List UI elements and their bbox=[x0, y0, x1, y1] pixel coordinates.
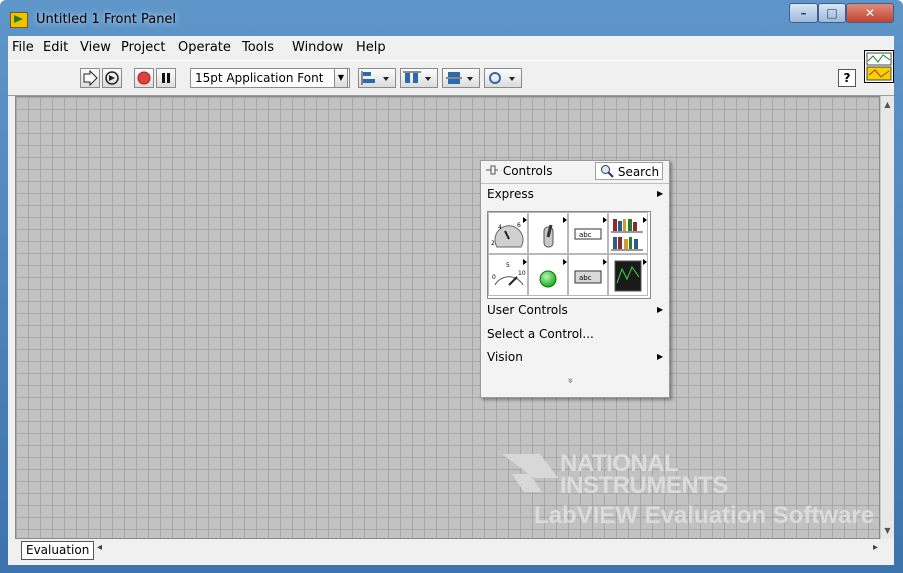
thumbtack-icon bbox=[486, 165, 498, 175]
menu-operate[interactable]: Operate bbox=[178, 40, 231, 55]
reorder-button[interactable] bbox=[484, 68, 522, 88]
evaluation-label[interactable]: Evaluation bbox=[21, 541, 95, 560]
align-objects-icon bbox=[361, 71, 389, 85]
scroll-left-icon[interactable]: ◂ bbox=[97, 542, 102, 553]
scroll-down-icon[interactable]: ▼ bbox=[881, 524, 894, 538]
menu-project[interactable]: Project bbox=[121, 40, 165, 55]
palette-tabs: Controls Search bbox=[481, 161, 669, 184]
ni-eagle-logo bbox=[502, 454, 558, 492]
menu-view[interactable]: View bbox=[80, 40, 111, 55]
text-controls-string[interactable]: abc bbox=[568, 212, 608, 254]
menu-help[interactable]: Help bbox=[356, 40, 386, 55]
menu-window[interactable]: Window bbox=[292, 40, 343, 55]
status-bar: Evaluation ◂ ▸ bbox=[15, 541, 894, 560]
run-continuously-icon bbox=[105, 71, 119, 85]
vi-connector-icon bbox=[866, 52, 892, 81]
resize-objects-button[interactable] bbox=[442, 68, 480, 88]
knob-tick-2: 2 bbox=[491, 240, 495, 247]
ni-watermark: NATIONAL INSTRUMENTS LabVIEW Evaluation … bbox=[500, 442, 880, 532]
watermark-instruments: INSTRUMENTS bbox=[560, 472, 728, 499]
watermark-evaluation: LabVIEW Evaluation Software bbox=[534, 502, 875, 529]
minimize-button[interactable]: – bbox=[789, 3, 818, 23]
string-indicator-text: abc bbox=[579, 274, 592, 282]
menu-bar: File Edit View Project Operate Tools Win… bbox=[8, 36, 858, 58]
reorder-icon bbox=[489, 72, 515, 84]
user-libraries[interactable] bbox=[608, 212, 648, 254]
meter-tick-5: 5 bbox=[506, 262, 510, 269]
vertical-scrollbar[interactable]: ▲ ▼ bbox=[880, 96, 894, 539]
string-indicator-icon: abc bbox=[574, 259, 607, 284]
palette-search-tab[interactable]: Search bbox=[595, 162, 663, 180]
knob-tick-6: 6 bbox=[517, 222, 521, 229]
font-selector[interactable]: 15pt Application Font bbox=[190, 68, 350, 88]
run-continuously-button[interactable] bbox=[102, 68, 122, 88]
meter-tick-0: 0 bbox=[492, 274, 496, 281]
abort-icon bbox=[137, 71, 151, 85]
toolbar: 15pt Application Font ▼ ? bbox=[8, 60, 894, 96]
menu-edit[interactable]: Edit bbox=[43, 40, 68, 55]
vision-arrow-icon: ▶ bbox=[657, 352, 664, 361]
context-help-button[interactable]: ? bbox=[838, 69, 856, 87]
maximize-button[interactable]: □ bbox=[818, 3, 846, 23]
boolean-indicators-led[interactable] bbox=[528, 254, 568, 296]
abort-button[interactable] bbox=[134, 68, 154, 88]
slide-meter-icon: 0 5 10 bbox=[492, 259, 527, 286]
boolean-controls-toggle[interactable] bbox=[528, 212, 568, 254]
run-arrow-icon bbox=[83, 69, 98, 87]
close-button[interactable]: ✕ bbox=[846, 3, 894, 23]
window-title: Untitled 1 Front Panel bbox=[36, 12, 177, 27]
font-dropdown-arrow[interactable]: ▼ bbox=[334, 68, 348, 88]
books-icon bbox=[611, 217, 647, 251]
pause-icon bbox=[162, 73, 170, 83]
font-value: 15pt Application Font bbox=[195, 71, 324, 85]
scroll-right-icon[interactable]: ▸ bbox=[873, 542, 878, 553]
numeric-controls-knob[interactable]: 4 6 2 bbox=[488, 212, 528, 254]
help-icon: ? bbox=[843, 71, 851, 85]
close-icon: ✕ bbox=[864, 6, 876, 20]
express-arrow-icon: ▶ bbox=[657, 189, 664, 198]
palette-expand-icon[interactable]: » bbox=[565, 377, 576, 383]
controls-palette[interactable]: Controls Search Express ▶ 4 6 2 abc 0 5 … bbox=[480, 160, 670, 398]
labview-app-icon bbox=[10, 12, 28, 28]
palette-controls-tab[interactable]: Controls bbox=[485, 164, 552, 178]
run-button[interactable] bbox=[80, 68, 100, 88]
user-controls-arrow-icon: ▶ bbox=[657, 305, 664, 314]
string-control-icon: abc bbox=[574, 217, 607, 240]
toggle-switch-icon bbox=[543, 217, 567, 248]
palette-express[interactable]: Express bbox=[487, 187, 534, 201]
distribute-objects-icon bbox=[403, 71, 431, 83]
meter-tick-10: 10 bbox=[518, 270, 526, 277]
led-icon bbox=[539, 259, 567, 288]
menu-file[interactable]: File bbox=[12, 40, 34, 55]
palette-controls-label: Controls bbox=[502, 164, 553, 178]
palette-user-controls[interactable]: User Controls bbox=[487, 303, 568, 317]
text-indicators-string[interactable]: abc bbox=[568, 254, 608, 296]
graph-indicators[interactable] bbox=[608, 254, 648, 296]
knob-icon: 4 6 2 bbox=[491, 217, 527, 248]
title-bar[interactable]: Untitled 1 Front Panel – □ ✕ bbox=[0, 0, 903, 36]
palette-vision[interactable]: Vision bbox=[487, 350, 523, 364]
maximize-icon: □ bbox=[826, 6, 838, 20]
vi-icon[interactable] bbox=[864, 50, 894, 83]
numeric-indicators-meter[interactable]: 0 5 10 bbox=[488, 254, 528, 296]
string-control-text: abc bbox=[579, 231, 592, 239]
minimize-icon: – bbox=[800, 6, 807, 20]
palette-select-control[interactable]: Select a Control... bbox=[487, 327, 594, 341]
waveform-graph-icon bbox=[614, 259, 647, 292]
express-controls-grid: 4 6 2 abc 0 5 10 abc bbox=[487, 211, 651, 299]
pause-button[interactable] bbox=[156, 68, 176, 88]
app-window: Untitled 1 Front Panel – □ ✕ File Edit V… bbox=[0, 0, 903, 573]
knob-tick-4: 4 bbox=[498, 224, 502, 231]
palette-search-label: Search bbox=[617, 165, 660, 179]
magnifier-icon bbox=[601, 165, 614, 178]
resize-objects-icon bbox=[446, 72, 473, 84]
distribute-objects-button[interactable] bbox=[400, 68, 438, 88]
align-objects-button[interactable] bbox=[358, 68, 396, 88]
scroll-up-icon[interactable]: ▲ bbox=[881, 98, 894, 112]
menu-tools[interactable]: Tools bbox=[242, 40, 274, 55]
